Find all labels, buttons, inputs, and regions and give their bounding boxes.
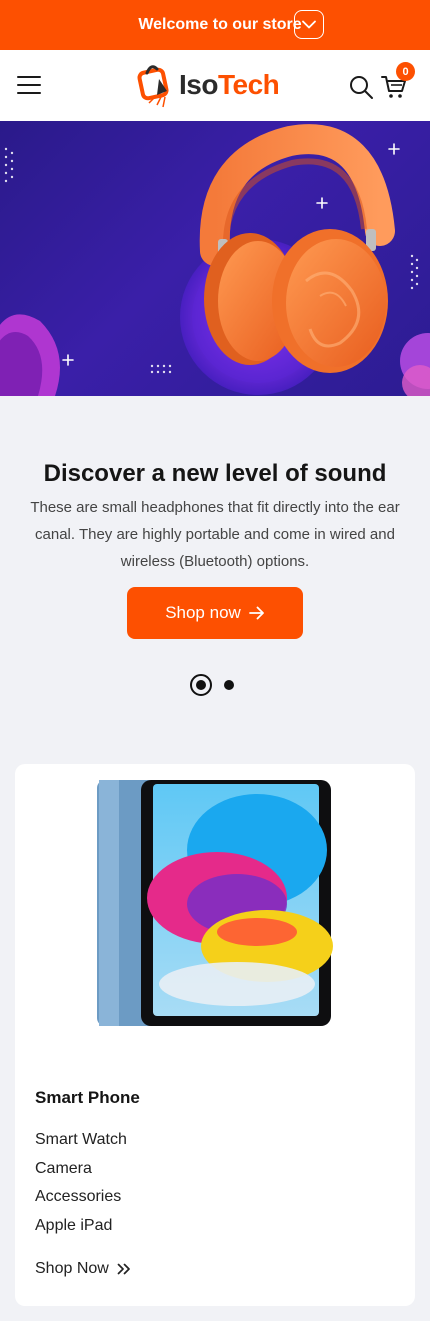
category-card: Smart Phone Smart Watch Camera Accessori… [15,764,415,1306]
hero-title: Discover a new level of sound [43,460,387,487]
site-header: IsoTech [0,50,430,121]
category-title[interactable]: Smart Phone [35,1088,140,1108]
logo-iso: Iso [179,69,218,100]
announcement-bar: Welcome to our store [0,0,430,50]
arrow-right-icon [248,606,264,620]
search-icon[interactable] [348,74,374,100]
hamburger-icon [17,76,41,78]
hamburger-line [17,92,41,94]
cart-count-badge: 0 [396,62,415,81]
tablet-image[interactable] [97,780,333,1026]
category-link-smart-watch[interactable]: Smart Watch [35,1128,127,1157]
welcome-text: Welcome to our store [138,16,302,33]
hero-description: These are small headphones that fit dire… [30,499,400,570]
shop-now-button[interactable]: Shop now [127,587,303,639]
category-shop-now-link[interactable]: Shop Now [35,1260,131,1278]
logo-bag-icon [137,65,169,108]
double-chevron-right-icon [117,1263,130,1275]
hero-banner [0,121,430,396]
slider-dot-1-active[interactable] [190,674,212,696]
hamburger-line [17,84,41,86]
shop-now-label: Shop now [165,603,241,622]
category-links: Smart Watch Camera Accessories Apple iPa… [35,1128,127,1243]
slider-dot-2[interactable] [224,680,234,690]
headphones-banner-image [0,124,430,396]
category-link-accessories[interactable]: Accessories [35,1185,127,1214]
menu-button[interactable] [17,76,41,94]
logo[interactable]: IsoTech [137,61,280,109]
category-link-apple-ipad[interactable]: Apple iPad [35,1214,127,1243]
slider-dot-inner [196,680,206,690]
chevron-down-icon [302,20,316,29]
category-shop-now-label: Shop Now [35,1260,109,1277]
logo-text: IsoTech [179,69,280,101]
category-link-camera[interactable]: Camera [35,1157,127,1186]
logo-tech: Tech [217,69,280,100]
announcement-toggle-button[interactable] [294,10,324,39]
